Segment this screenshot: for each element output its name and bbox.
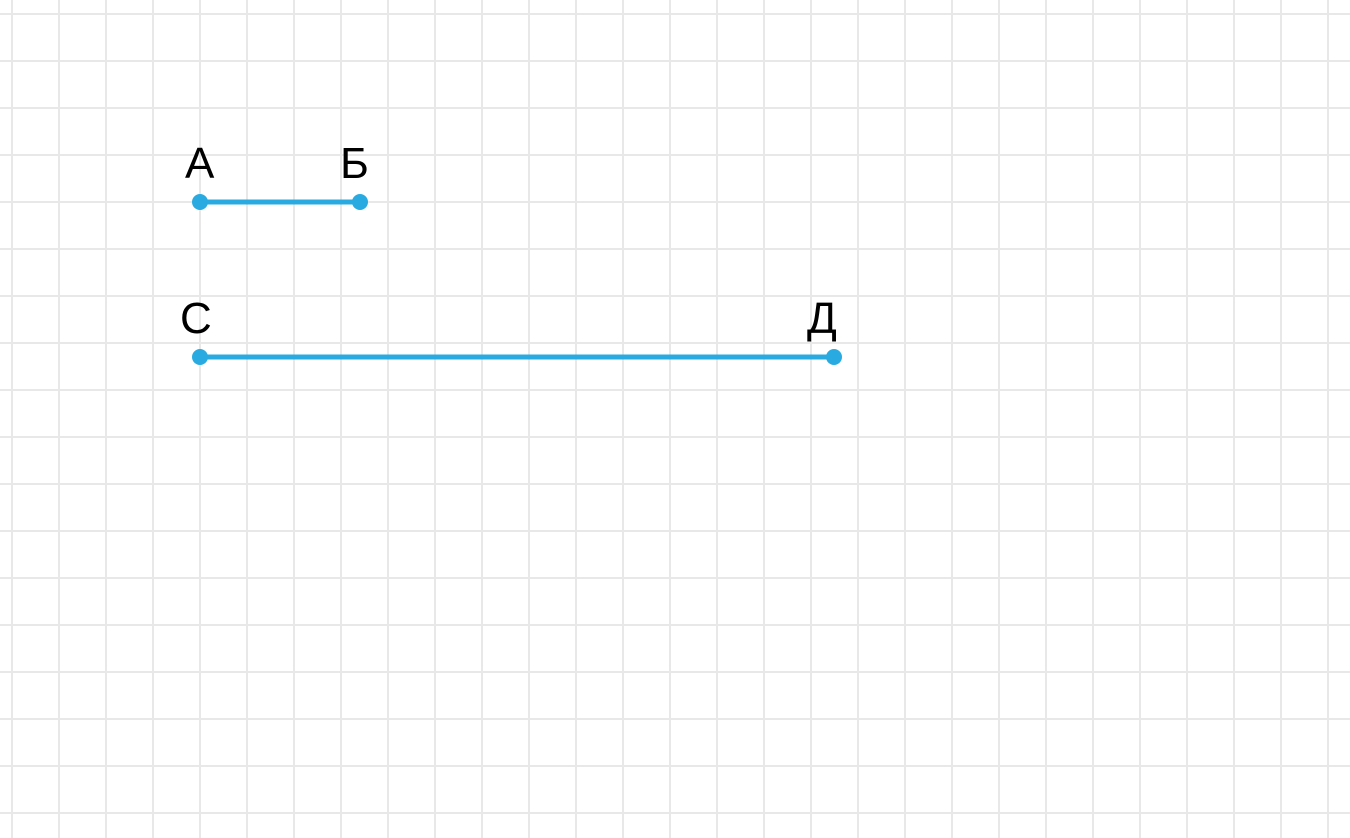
segment-cd: С Д [180, 294, 842, 365]
grid [0, 0, 1350, 838]
label-b: Б [340, 139, 369, 188]
label-a: А [185, 139, 215, 188]
point-b [352, 194, 368, 210]
point-d [826, 349, 842, 365]
label-d: Д [807, 294, 837, 343]
label-c: С [180, 294, 212, 343]
point-a [192, 194, 208, 210]
geometry-canvas: А Б С Д [0, 0, 1350, 838]
point-c [192, 349, 208, 365]
